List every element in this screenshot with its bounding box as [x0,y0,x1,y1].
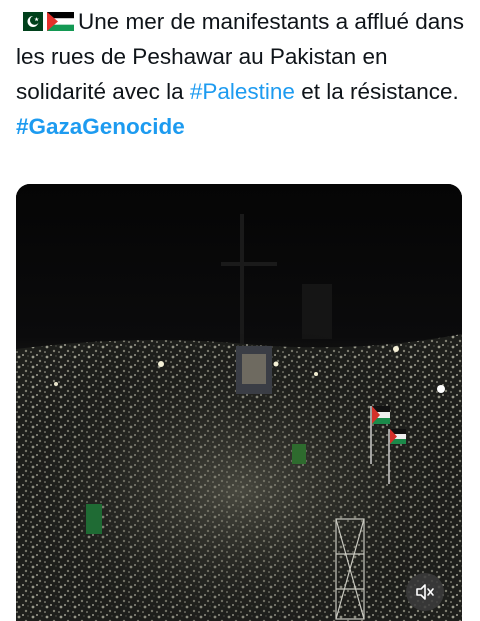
mute-icon [415,583,435,601]
video-player[interactable] [16,184,462,621]
palestine-flag-icon [47,12,74,31]
post-body-text-end: et la résistance. [294,79,459,104]
hashtag-palestine-link[interactable]: #Palestine [190,79,295,104]
mute-toggle-button[interactable] [406,573,444,611]
post-text: Une mer de manifestants a afflué dans le… [16,4,466,144]
hashtag-gazagenocide-link[interactable]: #GazaGenocide [16,114,185,139]
pakistan-flag-icon [16,12,43,31]
